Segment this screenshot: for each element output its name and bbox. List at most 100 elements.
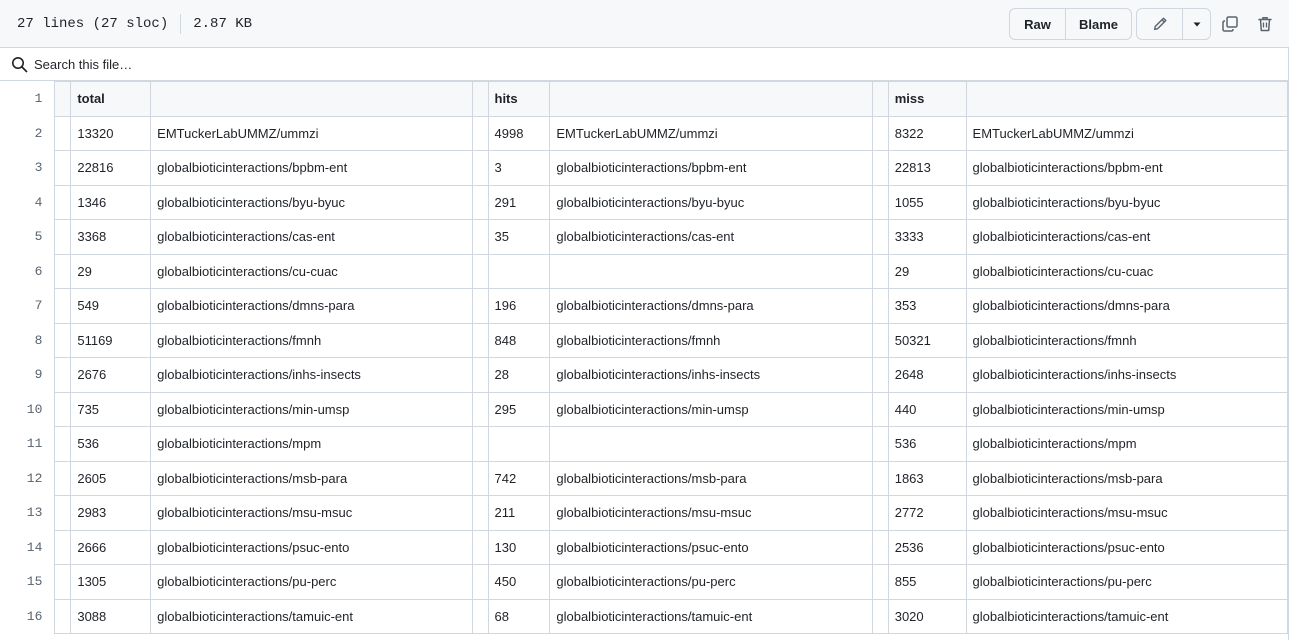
column-gap [871,495,889,531]
line-number[interactable]: 8 [0,323,55,358]
column-gap [54,460,72,496]
table-cell: 2605 [70,460,152,496]
column-gap [54,495,72,531]
column-gap [54,253,72,289]
table-cell: globalbioticinteractions/dmns-para [965,288,1289,324]
column-gap [471,184,489,220]
copy-button[interactable] [1216,10,1244,38]
column-gap [871,184,889,220]
table-cell: globalbioticinteractions/cas-ent [965,219,1289,255]
line-number[interactable]: 14 [0,530,55,565]
column-gap [871,253,889,289]
edit-dropdown-button[interactable] [1182,9,1210,39]
search-input[interactable] [34,54,534,74]
triangle-down-icon [1193,22,1200,27]
column-gap [54,322,72,358]
table-row: 13 2983 globalbioticinteractions/msu-msuc 2… [0,495,1289,531]
table-cell: globalbioticinteractions/msu-msuc [549,495,873,531]
column-gap [54,81,72,117]
table-row: 3 22816 globalbioticinteractions/bpbm-ent 3… [0,150,1289,186]
file-info: 27 lines (27 sloc) 2.87 KB [17,14,252,34]
table-cell: 2676 [70,357,152,393]
table-cell: globalbioticinteractions/bpbm-ent [965,150,1289,186]
table-cell: globalbioticinteractions/fmnh [150,322,473,358]
line-number[interactable]: 12 [0,461,55,496]
table-cell: 4998 [487,115,551,151]
table-cell: globalbioticinteractions/fmnh [965,322,1289,358]
column-gap [471,391,489,427]
line-number[interactable]: 2 [0,116,55,151]
column-gap [471,426,489,462]
table-header-cell [150,81,473,117]
edit-group [1136,8,1211,40]
column-gap [871,288,889,324]
line-number[interactable]: 16 [0,599,55,634]
line-number[interactable]: 11 [0,427,55,462]
line-number[interactable]: 6 [0,254,55,289]
table-header-cell [549,81,873,117]
line-number[interactable]: 15 [0,565,55,600]
table-cell: globalbioticinteractions/min-umsp [965,391,1289,427]
table-cell: globalbioticinteractions/bpbm-ent [549,150,873,186]
column-gap [54,357,72,393]
table-cell: 29 [887,253,967,289]
table-cell: globalbioticinteractions/byu-byuc [150,184,473,220]
column-gap [871,150,889,186]
table-cell: globalbioticinteractions/byu-byuc [965,184,1289,220]
column-gap [471,81,489,117]
table-cell: globalbioticinteractions/pu-perc [965,564,1289,600]
line-number[interactable]: 9 [0,358,55,393]
table-cell: 51169 [70,322,152,358]
column-gap [471,288,489,324]
table-header-cell [965,81,1289,117]
line-number[interactable]: 5 [0,220,55,255]
column-gap [471,460,489,496]
table-row: 7 549 globalbioticinteractions/dmns-para 19… [0,288,1289,324]
line-number[interactable]: 4 [0,185,55,220]
table-cell: 549 [70,288,152,324]
table-header-cell: total [70,81,152,117]
column-gap [471,564,489,600]
table-cell: 2983 [70,495,152,531]
table-cell: globalbioticinteractions/tamuic-ent [150,598,473,634]
line-number[interactable]: 7 [0,289,55,324]
column-gap [471,115,489,151]
table-cell: EMTuckerLabUMMZ/ummzi [150,115,473,151]
search-icon [12,57,28,73]
column-gap [54,150,72,186]
line-number[interactable]: 10 [0,392,55,427]
table-cell: 1055 [887,184,967,220]
table-cell: globalbioticinteractions/cu-cuac [150,253,473,289]
line-number[interactable]: 13 [0,496,55,531]
table-cell: globalbioticinteractions/inhs-insects [965,357,1289,393]
table-header-cell: hits [487,81,551,117]
table-cell: 353 [887,288,967,324]
column-gap [871,115,889,151]
table-cell: 3020 [887,598,967,634]
table-cell: 211 [487,495,551,531]
blame-button[interactable]: Blame [1065,9,1131,39]
line-number[interactable]: 3 [0,151,55,186]
delete-button[interactable] [1251,10,1279,38]
table-cell: 848 [487,322,551,358]
column-gap [54,529,72,565]
table-cell: 8322 [887,115,967,151]
table-row: 15 1305 globalbioticinteractions/pu-perc 45… [0,564,1289,600]
table-cell: 22816 [70,150,152,186]
table-cell: globalbioticinteractions/msb-para [549,460,873,496]
raw-button[interactable]: Raw [1010,9,1065,39]
file-size: 2.87 KB [193,16,253,32]
table-cell: 29 [70,253,152,289]
table-cell: 3 [487,150,551,186]
table-cell: 1305 [70,564,152,600]
table-cell: 28 [487,357,551,393]
edit-button[interactable] [1137,9,1182,39]
table-row: 16 3088 globalbioticinteractions/tamuic-en… [0,598,1289,634]
table-cell: globalbioticinteractions/msb-para [965,460,1289,496]
table-cell: globalbioticinteractions/msu-msuc [150,495,473,531]
table-cell: globalbioticinteractions/bpbm-ent [150,150,473,186]
column-gap [54,391,72,427]
column-gap [871,529,889,565]
table-cell: EMTuckerLabUMMZ/ummzi [549,115,873,151]
line-number[interactable]: 1 [0,82,55,117]
